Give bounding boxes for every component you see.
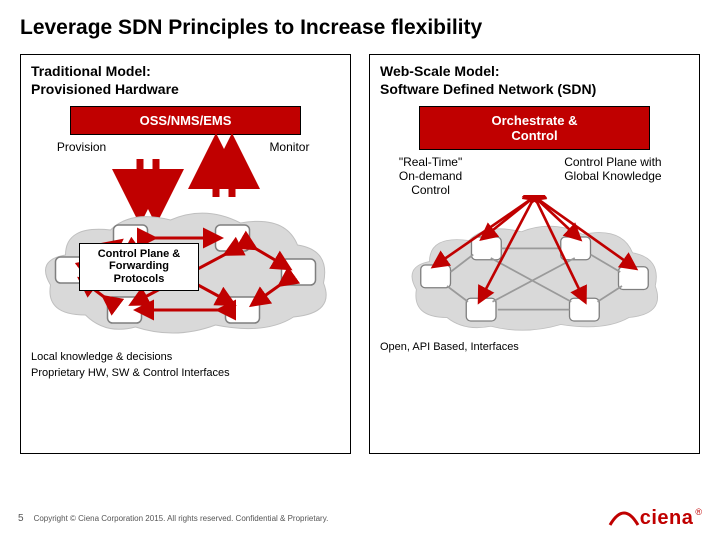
overlay-l2: Forwarding Protocols bbox=[109, 260, 169, 285]
cloud-right bbox=[380, 195, 689, 335]
cloud-left: Control Plane & Forwarding Protocols bbox=[31, 205, 340, 345]
logo-arc-icon bbox=[608, 507, 640, 527]
overlay-control-plane: Control Plane & Forwarding Protocols bbox=[79, 243, 199, 291]
panel-right-title-l1: Web-Scale Model: bbox=[380, 63, 500, 79]
overlay-l1: Control Plane & bbox=[98, 248, 181, 260]
logo-ciena: ciena ® bbox=[608, 507, 702, 530]
label-monitor: Monitor bbox=[245, 141, 334, 155]
page-number: 5 bbox=[18, 513, 24, 524]
hub-oss-nms-ems: OSS/NMS/EMS bbox=[70, 106, 302, 135]
note-open-api: Open, API Based, Interfaces bbox=[380, 341, 689, 353]
footer: 5 Copyright © Ciena Corporation 2015. Al… bbox=[0, 507, 720, 530]
copyright-text: Copyright © Ciena Corporation 2015. All … bbox=[34, 514, 329, 523]
hub-orch-l2: Control bbox=[511, 128, 557, 143]
page-title: Leverage SDN Principles to Increase flex… bbox=[20, 16, 700, 40]
hub-orch-l1: Orchestrate & bbox=[492, 113, 578, 128]
panel-right-title-l2: Software Defined Network (SDN) bbox=[380, 81, 596, 97]
gk-l2: Global Knowledge bbox=[564, 169, 661, 183]
note-local-knowledge: Local knowledge & decisions bbox=[31, 351, 340, 363]
label-global-knowledge: Control Plane with Global Knowledge bbox=[564, 156, 683, 184]
rt-l1: "Real-Time" bbox=[399, 155, 462, 169]
panel-traditional: Traditional Model: Provisioned Hardware … bbox=[20, 54, 351, 454]
logo-text: ciena bbox=[640, 507, 694, 530]
panel-right-title: Web-Scale Model: Software Defined Networ… bbox=[380, 63, 689, 98]
note-proprietary: Proprietary HW, SW & Control Interfaces bbox=[31, 367, 340, 379]
arrow-row-left bbox=[31, 157, 340, 203]
panels-row: Traditional Model: Provisioned Hardware … bbox=[20, 54, 700, 454]
panel-sdn: Web-Scale Model: Software Defined Networ… bbox=[369, 54, 700, 454]
panel-left-title-l2: Provisioned Hardware bbox=[31, 81, 179, 97]
rt-l2: On-demand bbox=[399, 169, 462, 183]
logo-reg-icon: ® bbox=[695, 507, 702, 517]
label-realtime: "Real-Time" On-demand Control bbox=[386, 156, 475, 197]
panel-left-title: Traditional Model: Provisioned Hardware bbox=[31, 63, 340, 98]
panel-left-title-l1: Traditional Model: bbox=[31, 63, 151, 79]
gk-l1: Control Plane with bbox=[564, 155, 661, 169]
label-provision: Provision bbox=[37, 141, 126, 155]
hub-orchestrate: Orchestrate & Control bbox=[419, 106, 651, 150]
